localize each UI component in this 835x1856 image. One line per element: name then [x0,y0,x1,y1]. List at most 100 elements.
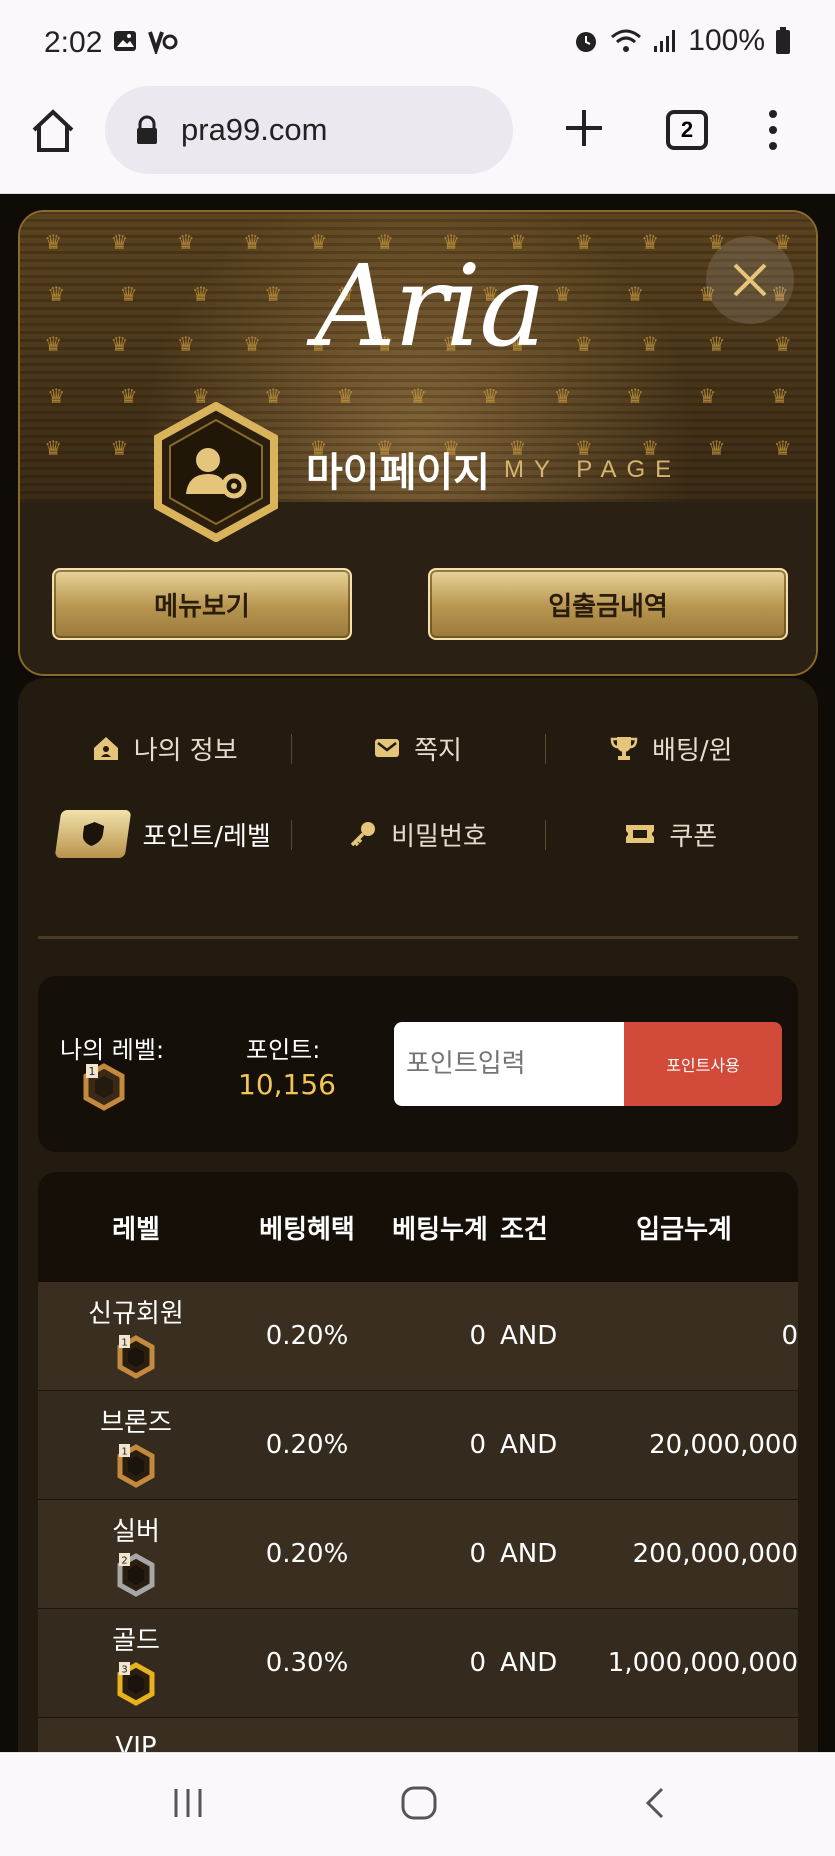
mypage-nav-row-2: 포인트/레벨 비밀번호 쿠폰 [38,804,798,864]
level-badge-icon: 2 [117,1552,155,1597]
table-row: 골드 3 0.30% 0 AND 1,000,000,000 [38,1609,798,1718]
column-header: 조건 [500,1214,548,1245]
wifi-icon [611,29,642,52]
bet-total-cell: 0 [469,1321,486,1351]
mypage-nav-row-1: 나의 정보 쪽지 배팅/윈 [38,718,798,778]
more-menu-icon[interactable] [766,108,780,152]
user-settings-icon [154,402,278,542]
url-text: pra99.com [181,112,328,147]
battery-icon [776,27,790,54]
benefit-cell: 0.20% [265,1430,349,1460]
house-icon [93,737,118,760]
vpn-key-icon [148,31,178,54]
badge-number: 1 [121,1337,127,1348]
shield-icon [83,822,105,846]
deposit-history-button[interactable]: 입출금내역 [428,568,788,640]
home-icon[interactable] [28,106,78,156]
bet-total-cell: 0 [469,1430,486,1460]
status-right: 100% [572,24,791,58]
signal-icon [654,30,676,52]
menu-button[interactable]: 메뉴보기 [52,568,352,640]
new-tab-icon[interactable] [562,106,606,150]
level-cell: 골드 3 [38,1620,234,1707]
tab-label: 쿠폰 [669,821,718,852]
deposit-total-cell: 0 [781,1321,798,1351]
condition-cell: AND [500,1539,558,1569]
bet-total-cell: 0 [469,1648,486,1678]
tab-label: 비밀번호 [391,821,487,852]
points-value: 10,156 [238,1068,336,1101]
level-cell: 브론즈 1 [38,1402,234,1489]
close-button[interactable] [706,236,794,324]
status-time: 2:02 [44,26,103,59]
deposit-total-cell: 20,000,000 [649,1430,798,1460]
active-tab-marker [55,810,132,858]
level-name: 브론즈 [100,1407,172,1438]
level-badge-icon: 1 [83,1063,125,1111]
tab-label: 쪽지 [414,735,462,766]
close-icon [733,263,767,297]
table-row: 실버 2 0.20% 0 AND 200,000,000 [38,1500,798,1609]
tab-label: 나의 정보 [133,735,238,766]
points-panel: 나의 레벨: 1 포인트: 10,156 포인트사용 [38,976,798,1152]
lock-icon [137,115,157,144]
page-subtitle: MY PAGE [504,456,682,483]
recent-apps-icon[interactable] [170,1785,206,1821]
tab-label: 배팅/윈 [652,735,733,766]
level-name: VIP [115,1732,157,1752]
benefit-cell: 0.20% [265,1539,349,1569]
condition-cell: AND [500,1648,558,1678]
deposit-total-cell: 200,000,000 [632,1539,798,1569]
table-row: 신규회원 1 0.20% 0 AND 0 [38,1282,798,1391]
level-name: 신규회원 [88,1298,184,1329]
mypage-header: ♛ ♛ ♛ ♛ ♛ ♛ ♛ ♛ ♛ ♛ ♛ ♛ ♛ ♛ ♛ ♛ ♛ ♛ ♛ ♛ ♛ ♛ ♛ ♛ ♛ ♛ ♛ ♛ ♛ ♛ ♛ ♛ ♛ ♛ ♛ ♛ ♛… [18,210,818,676]
tab-label: 포인트/레벨 [142,821,271,852]
url-bar[interactable]: pra99.com [105,86,513,174]
tab-coupon[interactable]: 쿠폰 [544,804,798,864]
status-bar: 2:02 100% [0,0,835,86]
column-header: 입금누계 [636,1214,732,1245]
deposit-total-cell: 1,000,000,000 [607,1648,798,1678]
tab-switcher-button[interactable]: 2 [666,110,708,150]
system-nav-bar [0,1752,835,1856]
home-circle-icon[interactable] [400,1785,438,1821]
benefit-cell: 0.30% [265,1648,349,1678]
alarm-icon [576,32,597,52]
level-badge-icon: 1 [117,1334,155,1379]
use-points-button[interactable]: 포인트사용 [624,1022,782,1106]
browser-toolbar: pra99.com 2 [0,86,835,194]
badge-number: 1 [121,1446,127,1457]
level-cell: VIP4 [38,1732,234,1752]
column-header: 베팅누계 [392,1214,488,1245]
image-icon [114,31,136,51]
page-title: 마이페이지 [306,450,490,496]
level-table: 레벨 베팅혜택 베팅누계 조건 입금누계 신규회원 1 0.20% 0 AND 0 브론즈 1… [38,1172,798,1752]
condition-cell: AND [500,1430,558,1460]
tab-password[interactable]: 비밀번호 [291,804,544,864]
level-name: 실버 [112,1516,160,1547]
back-icon[interactable] [642,1785,668,1821]
points-input[interactable] [394,1022,624,1106]
mypage-panel: 나의 정보 쪽지 배팅/윈 포인트/레벨 비밀번호 쿠폰 나의 레벨: 1 포인… [18,678,818,1752]
level-name: 골드 [112,1625,160,1656]
level-cell: 실버 2 [38,1511,234,1598]
battery-percent: 100% [688,24,765,57]
page-content: ♛ ♛ ♛ ♛ ♛ ♛ ♛ ♛ ♛ ♛ ♛ ♛ ♛ ♛ ♛ ♛ ♛ ♛ ♛ ♛ ♛ ♛ ♛ ♛ ♛ ♛ ♛ ♛ ♛ ♛ ♛ ♛ ♛ ♛ ♛ ♛ ♛… [0,194,835,1752]
level-cell: 신규회원 1 [38,1293,234,1380]
my-level-label: 나의 레벨: [60,1036,165,1064]
badge-number: 3 [121,1664,127,1675]
status-notifications [112,28,178,54]
points-label: 포인트: [246,1036,321,1064]
svg-text:1: 1 [89,1065,96,1078]
table-row: 브론즈 1 0.20% 0 AND 20,000,000 [38,1391,798,1500]
tab-points-level[interactable]: 포인트/레벨 [38,804,291,864]
column-header: 베팅혜택 [259,1214,355,1245]
tab-messages[interactable]: 쪽지 [291,718,544,778]
crown-pattern-icon: ♛ ♛ ♛ ♛ ♛ ♛ ♛ ♛ ♛ ♛ ♛ [47,384,789,408]
tab-betting[interactable]: 배팅/윈 [544,718,798,778]
trophy-icon [610,737,638,760]
aria-logo: Aria [315,242,546,372]
badge-number: 2 [121,1555,127,1566]
level-badge-icon: 3 [117,1661,155,1706]
tab-my-info[interactable]: 나의 정보 [38,718,291,778]
